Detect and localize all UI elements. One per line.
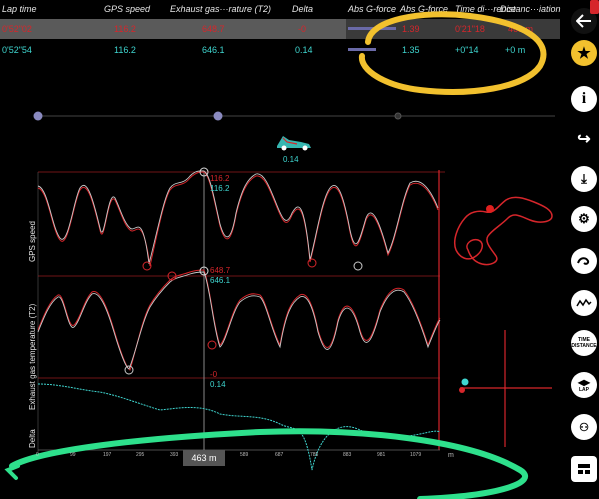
x-unit: m xyxy=(448,452,454,459)
x-tick: 589 xyxy=(240,452,249,458)
x-tick: 0 xyxy=(36,452,39,458)
x-tick: 197 xyxy=(103,452,112,458)
info-button[interactable]: i xyxy=(571,86,597,112)
time-distance-toggle[interactable]: TIME DISTANCE xyxy=(571,330,597,356)
track-map xyxy=(453,196,553,266)
time-diff: +0"14 xyxy=(455,45,479,55)
table-header: Lap time GPS speed Exhaust gas···rature … xyxy=(0,4,561,18)
g-force: 1.39 xyxy=(402,24,420,34)
exhaust-cyan-value: 646.1 xyxy=(210,276,231,285)
col-abs-g1: Abs G-force xyxy=(348,4,397,14)
x-tick: 99 xyxy=(70,452,76,458)
x-tick: 785 xyxy=(310,452,319,458)
slider-track xyxy=(33,111,555,121)
car-icon xyxy=(277,136,311,151)
record-indicator xyxy=(590,0,599,14)
exhaust: 648.7 xyxy=(202,24,225,34)
g-force-bar xyxy=(348,27,396,30)
gps-speed: 116.2 xyxy=(114,24,136,34)
layout-button[interactable] xyxy=(571,456,597,482)
graph-button[interactable] xyxy=(571,290,597,316)
delta-axis-label: Delta xyxy=(28,429,37,448)
col-delta: Delta xyxy=(292,4,314,14)
gear-icon: ⚙ xyxy=(578,211,590,226)
table-row[interactable]: 0'52"02 116.2 648.7 -0 1.39 0'21"18 463 … xyxy=(0,19,560,39)
col-abs-g2: Abs G-force xyxy=(400,4,449,14)
grid-layout-icon xyxy=(578,464,590,474)
lap-label: LAP xyxy=(579,386,589,393)
exhaust: 646.1 xyxy=(202,45,225,55)
distance: +0 m xyxy=(505,45,526,55)
table-row[interactable]: 0'52"54 116.2 646.1 0.14 1.35 +0"14 +0 m xyxy=(0,40,560,60)
track-button[interactable] xyxy=(571,248,597,274)
graph-icon xyxy=(576,298,592,307)
time-diff: 0'21"18 xyxy=(455,24,485,34)
gps-red-value: 116.2 xyxy=(210,174,230,183)
lap-arrows-icon: ◀▶ xyxy=(577,377,591,387)
g-force-bar xyxy=(348,48,376,51)
star-icon: ★ xyxy=(577,45,591,62)
settings-button[interactable]: ⚙ xyxy=(571,206,597,232)
delta-cyan-value: 0.14 xyxy=(210,380,226,389)
col-exhaust: Exhaust gas···rature (T2) xyxy=(170,4,272,14)
favorite-button[interactable]: ★ xyxy=(571,40,597,66)
tire-button[interactable]: ⚇ xyxy=(571,414,597,440)
gps-axis-label: GPS speed xyxy=(28,221,37,262)
distance: 463 m xyxy=(508,24,534,34)
x-tick: 981 xyxy=(377,452,386,458)
gg-plot xyxy=(459,330,552,447)
gps-cyan-value: 116.2 xyxy=(210,184,230,193)
lap-time: 0'52"54 xyxy=(2,45,32,55)
col-gps-speed: GPS speed xyxy=(104,4,151,14)
gps-speed: 116.2 xyxy=(114,45,136,55)
x-tick: 295 xyxy=(136,452,145,458)
tire-icon: ⚇ xyxy=(579,421,589,434)
lap-time: 0'52"02 xyxy=(2,24,32,34)
download-icon: ⤓ xyxy=(581,171,587,186)
track-icon xyxy=(577,257,590,265)
car-delta-label: 0.14 xyxy=(283,155,299,164)
col-dist: Distanc···iation xyxy=(500,4,561,14)
x-tick: 883 xyxy=(343,452,352,458)
share-button[interactable]: ↪ xyxy=(571,126,597,152)
exhaust-axis-label: Exhaust gas temperature (T2) xyxy=(28,303,37,410)
slider-handle-left xyxy=(33,111,43,121)
share-icon: ↪ xyxy=(577,131,591,148)
g-force: 1.35 xyxy=(402,45,420,55)
info-icon: i xyxy=(581,90,587,107)
delta-red-value: -0 xyxy=(210,370,218,379)
col-lap-time: Lap time xyxy=(2,4,37,14)
chart-area xyxy=(4,11,555,499)
delta: -0 xyxy=(298,24,307,34)
cursor-position-box[interactable]: 463 m xyxy=(183,450,225,466)
x-tick: 393 xyxy=(170,452,179,458)
x-tick: 1079 xyxy=(410,452,422,458)
slider-handle-mid xyxy=(213,111,223,121)
lap-toggle[interactable]: ◀▶ LAP xyxy=(571,372,597,398)
x-tick: 687 xyxy=(275,452,284,458)
back-arrow-icon xyxy=(576,14,591,28)
exhaust-red-value: 648.7 xyxy=(210,266,231,275)
delta: 0.14 xyxy=(295,45,313,55)
export-button[interactable]: ⤓ xyxy=(571,166,597,192)
time-distance-label: TIME DISTANCE xyxy=(571,337,597,349)
